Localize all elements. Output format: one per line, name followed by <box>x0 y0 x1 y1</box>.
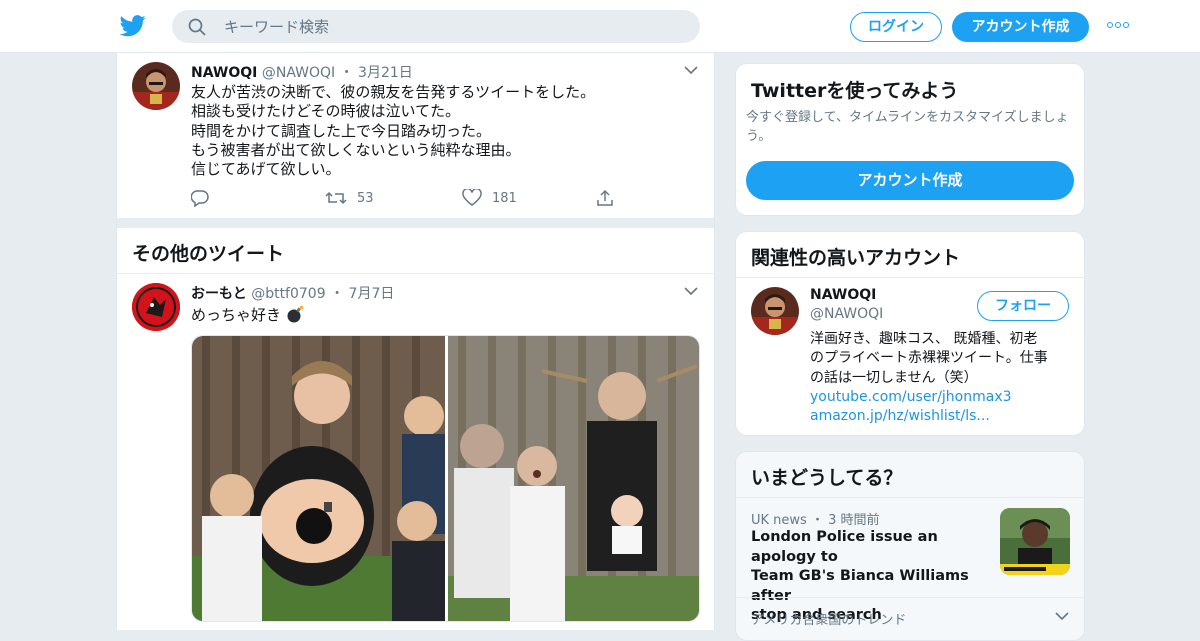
tweet-author-name[interactable]: NAWOQI <box>191 65 257 81</box>
news-headline-line: London Police issue an apology to <box>751 529 938 565</box>
login-button[interactable]: ログイン <box>850 12 942 42</box>
chevron-down-icon[interactable] <box>684 287 698 296</box>
retweet-count: 53 <box>357 190 374 206</box>
search-box[interactable] <box>172 10 700 43</box>
share-button[interactable] <box>596 189 614 207</box>
divider <box>736 597 1084 598</box>
tweet-date[interactable]: 3月21日 <box>358 65 413 81</box>
like-count: 181 <box>492 190 517 206</box>
signup-card: Twitterを使ってみよう 今すぐ登録して、タイムラインをカスタマイズしましょ… <box>735 63 1085 216</box>
tweet-date[interactable]: 7月7日 <box>349 286 395 302</box>
signup-card-title: Twitterを使ってみよう <box>751 80 959 102</box>
like-button[interactable]: 181 <box>462 189 517 207</box>
divider <box>736 277 1084 278</box>
bio-link-amazon[interactable]: amazon.jp/hz/wishlist/ls... <box>810 407 1080 426</box>
twitter-bird-icon[interactable] <box>120 14 146 38</box>
tweet-meta-separator: ・ <box>339 65 354 81</box>
timeline-column: NAWOQI @NAWOQI ・ 3月21日 友人が苦渋の決断で、彼の親友を告発… <box>116 53 715 630</box>
tweet-header: おーもと @bttf0709 ・ 7月7日 <box>191 283 394 303</box>
tweet-author-handle[interactable]: @NAWOQI <box>262 65 335 81</box>
tweet[interactable]: NAWOQI @NAWOQI ・ 3月21日 友人が苦渋の決断で、彼の親友を告発… <box>117 53 714 218</box>
heart-icon <box>462 189 482 206</box>
trends-title: いまどうしてる？ <box>751 467 903 489</box>
chevron-down-icon[interactable] <box>684 66 698 75</box>
more-options-icon[interactable] <box>1107 22 1131 30</box>
follow-button[interactable]: フォロー <box>977 291 1069 321</box>
news-headline-line: Team GB's Bianca Williams after <box>751 568 969 604</box>
bio-line: 洋画好き、趣味コス、 既婚種、初老 <box>810 331 1038 347</box>
news-thumbnail[interactable] <box>1000 508 1070 575</box>
reply-button[interactable] <box>191 189 209 207</box>
more-tweets-heading: その他のツイート <box>132 243 285 265</box>
bomb-emoji-icon <box>287 305 304 323</box>
signup-card-subtitle: 今すぐ登録して、タイムラインをカスタマイズしましょう。 <box>746 110 1069 144</box>
section-divider <box>117 218 714 228</box>
related-account-name[interactable]: NAWOQI <box>810 287 876 303</box>
tweet[interactable]: おーもと @bttf0709 ・ 7月7日 めっちゃ好き <box>117 274 714 630</box>
news-source: UK news <box>751 513 807 528</box>
top-navigation-bar: ログイン アカウント作成 <box>0 0 1200 53</box>
tweet-text-line: もう被害者が出て欲しくないという純粋な理由。 <box>191 140 521 159</box>
bio-line: のプライベート赤裸裸ツイート。仕事 <box>810 350 1048 367</box>
chevron-down-icon[interactable] <box>1055 612 1069 621</box>
news-meta: UK news ・ 3 時間前 <box>751 509 880 528</box>
signup-card-button[interactable]: アカウント作成 <box>746 161 1074 200</box>
search-input[interactable] <box>222 16 686 38</box>
related-account-bio: 洋画好き、趣味コス、 既婚種、初老 のプライベート赤裸裸ツイート。仕事 の話は一… <box>810 330 1080 426</box>
news-time: 3 時間前 <box>828 513 880 528</box>
avatar[interactable] <box>751 287 799 335</box>
share-icon <box>597 189 613 206</box>
photo-illustration <box>192 336 699 621</box>
bio-link-youtube[interactable]: youtube.com/user/jhonmax3 <box>810 388 1080 407</box>
tweet-actions: 53 181 <box>191 189 651 209</box>
news-meta-separator: ・ <box>810 513 824 528</box>
reply-icon <box>191 190 209 207</box>
tweet-text: 友人が苦渋の決断で、彼の親友を告発するツイートをした。 相談も受けたけどその時彼… <box>191 83 691 179</box>
tweet-photo[interactable] <box>191 335 700 622</box>
related-account-handle[interactable]: @NAWOQI <box>810 306 883 322</box>
retweet-icon <box>325 191 347 205</box>
bio-line: の話は一切しません（笑） <box>810 369 978 386</box>
tweet-text-line: 信じてあげて欲しい。 <box>191 160 341 179</box>
tweet-text-line: 相談も受けたけどその時彼は泣いてた。 <box>191 102 461 121</box>
related-accounts-card: 関連性の高いアカウント NAWOQI @NAWOQI フォロー 洋画好き、趣味コ… <box>735 231 1085 436</box>
tweet-text-line: 時間をかけて調査した上で今日踏み切った。 <box>191 121 492 140</box>
retweet-button[interactable]: 53 <box>325 189 374 207</box>
signup-button[interactable]: アカウント作成 <box>952 12 1089 42</box>
avatar[interactable] <box>132 283 180 331</box>
tweet-author-name[interactable]: おーもと <box>191 286 247 302</box>
tweet-text: めっちゃ好き <box>191 305 691 325</box>
trends-card: いまどうしてる？ UK news ・ 3 時間前 London Police i… <box>735 451 1085 641</box>
tweet-header: NAWOQI @NAWOQI ・ 3月21日 <box>191 62 413 82</box>
tweet-text-line: 友人が苦渋の決断で、彼の親友を告発するツイートをした。 <box>191 83 596 101</box>
related-accounts-title: 関連性の高いアカウント <box>751 247 961 269</box>
trends-location-label: アメリカ合衆国のトレンド <box>751 613 907 628</box>
tweet-text-line: めっちゃ好き <box>191 306 282 324</box>
tweet-meta-separator: ・ <box>330 286 345 302</box>
avatar[interactable] <box>132 62 180 110</box>
tweet-author-handle[interactable]: @bttf0709 <box>251 286 325 302</box>
search-icon <box>188 18 206 36</box>
divider <box>736 497 1084 498</box>
